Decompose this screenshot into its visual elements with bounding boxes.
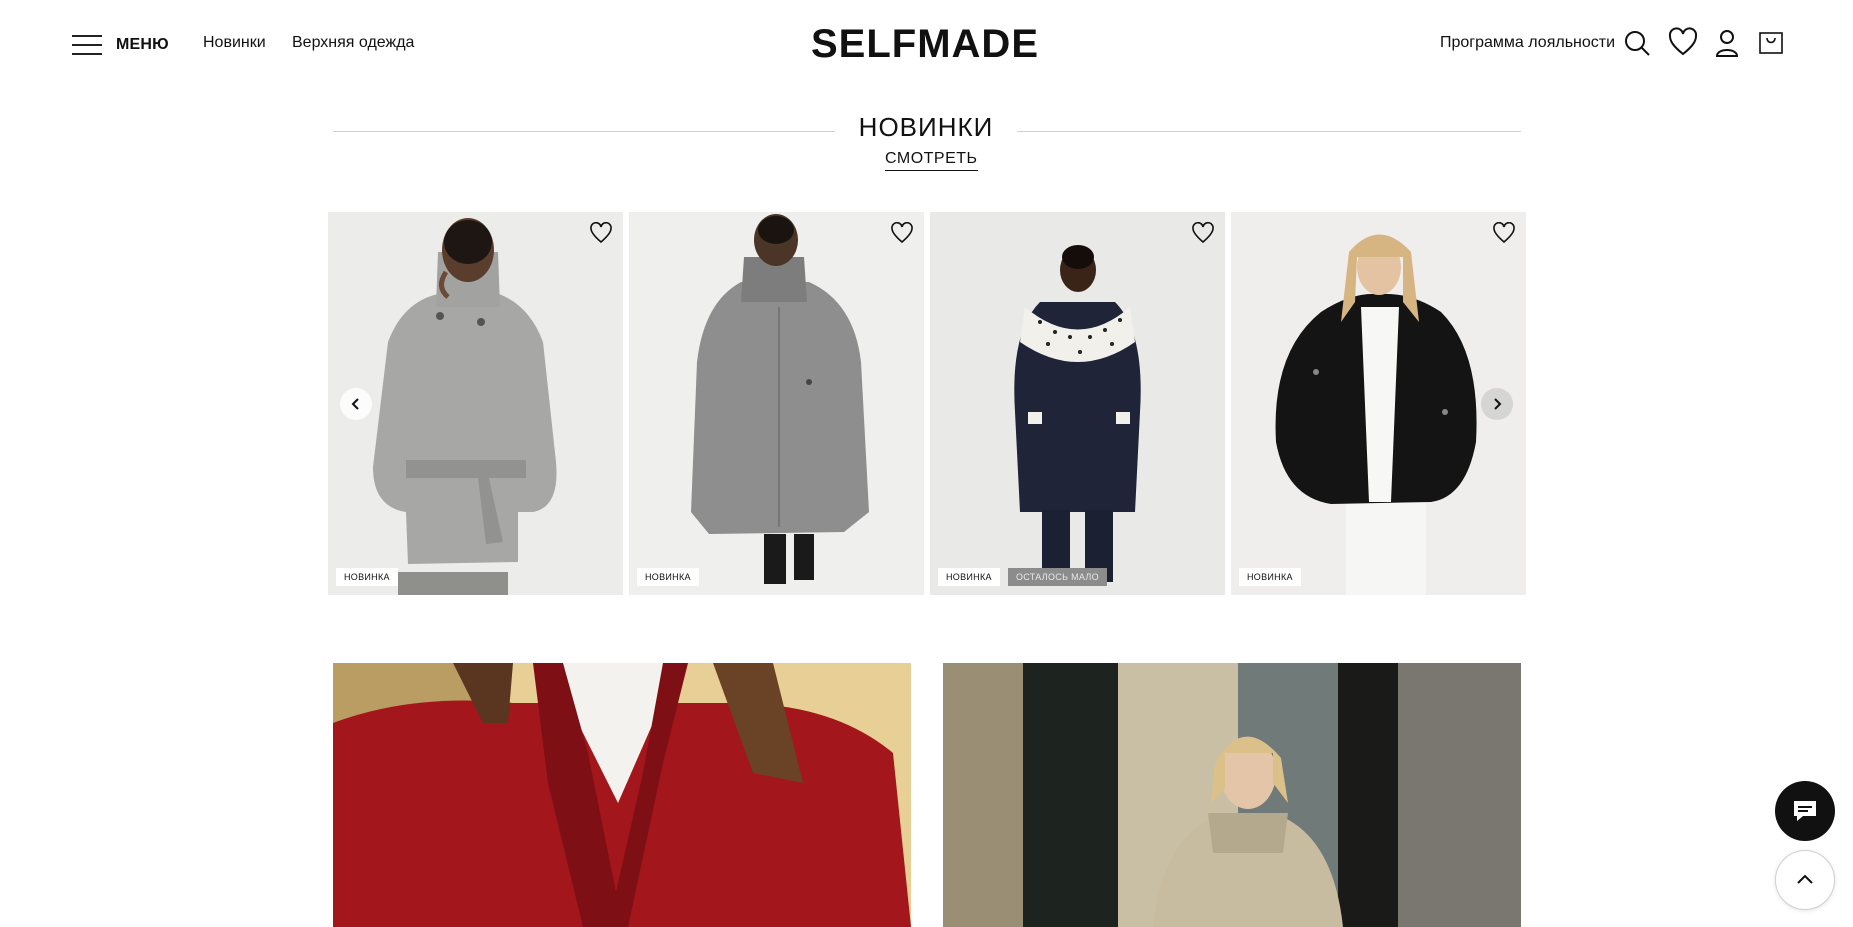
carousel-prev-button[interactable] (340, 388, 372, 420)
scroll-to-top-button[interactable] (1775, 850, 1835, 910)
badge-new: НОВИНКА (637, 568, 699, 586)
cart-icon[interactable] (1755, 26, 1787, 60)
badge-new: НОВИНКА (1239, 568, 1301, 586)
badge-low-stock: ОСТАЛОСЬ МАЛО (1008, 568, 1107, 586)
section-divider-right (1017, 131, 1521, 132)
banner-image-beige-jacket (943, 663, 1521, 927)
menu-label: МЕНЮ (116, 36, 169, 53)
product-card[interactable]: НОВИНКА (629, 212, 924, 595)
promo-banner-red-blazer[interactable] (333, 663, 911, 927)
view-all-link[interactable]: СМОТРЕТЬ (885, 150, 978, 171)
chat-button[interactable] (1775, 781, 1835, 841)
chat-icon (1794, 801, 1816, 821)
product-card[interactable]: НОВИНКА ОСТАЛОСЬ МАЛО (930, 212, 1225, 595)
loyalty-program-link[interactable]: Программа лояльности (1440, 34, 1615, 52)
site-logo[interactable]: SELFMADE (811, 22, 1039, 67)
chevron-left-icon (351, 398, 359, 410)
badge-new: НОВИНКА (938, 568, 1000, 586)
product-image-navy-coat-polka-scarf (930, 212, 1225, 595)
favorite-heart-icon[interactable] (1191, 221, 1215, 244)
nav-link-new-arrivals[interactable]: Новинки (203, 34, 266, 52)
favorite-heart-icon[interactable] (890, 221, 914, 244)
section-title: НОВИНКИ (858, 112, 994, 142)
nav-link-outerwear[interactable]: Верхняя одежда (292, 34, 414, 52)
banner-image-red-blazer (333, 663, 911, 927)
heart-icon[interactable] (1667, 26, 1699, 60)
product-card[interactable]: НОВИНКА (328, 212, 623, 595)
product-image-grey-long-coat (629, 212, 924, 595)
user-icon[interactable] (1711, 26, 1743, 60)
favorite-heart-icon[interactable] (1492, 221, 1516, 244)
promo-banner-beige-jacket[interactable] (943, 663, 1521, 927)
section-divider-left (333, 131, 835, 132)
favorite-heart-icon[interactable] (589, 221, 613, 244)
site-header: МЕНЮ Новинки Верхняя одежда SELFMADE Про… (0, 0, 1853, 88)
hamburger-icon (72, 35, 102, 55)
menu-button[interactable]: МЕНЮ (72, 32, 169, 58)
carousel-next-button[interactable] (1481, 388, 1513, 420)
badge-new: НОВИНКА (336, 568, 398, 586)
chevron-up-icon (1797, 874, 1813, 884)
chevron-right-icon (1494, 398, 1502, 410)
search-icon[interactable] (1622, 26, 1654, 60)
product-image-grey-belted-coat (328, 212, 623, 595)
